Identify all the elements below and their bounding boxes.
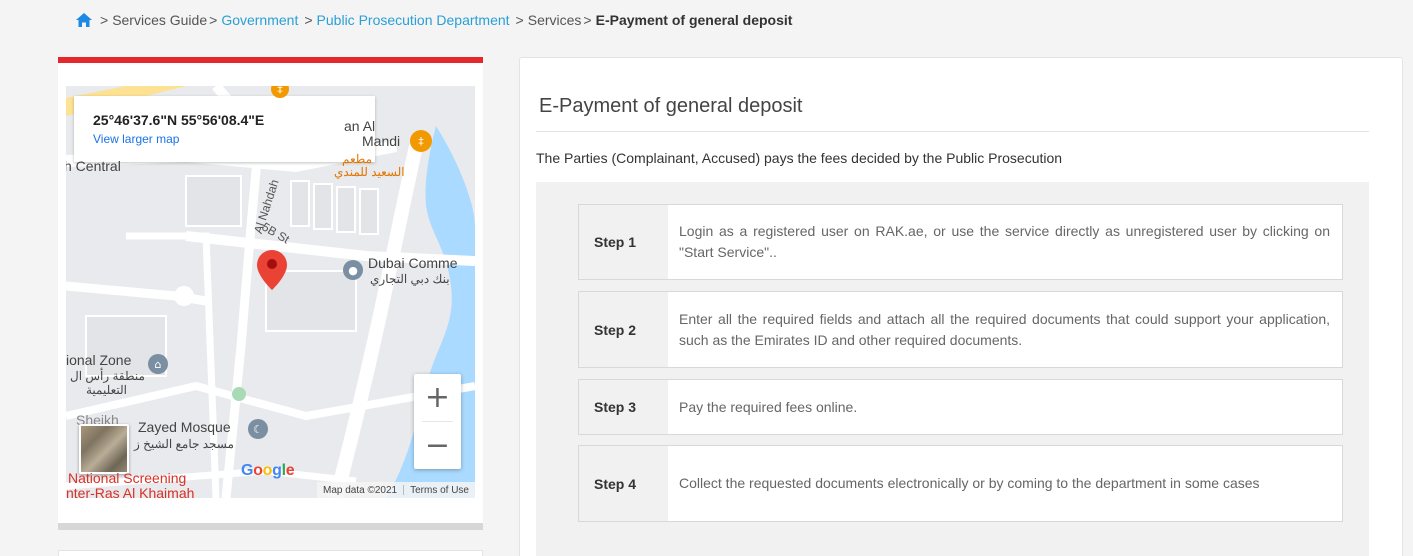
breadcrumb-separator: >	[515, 12, 524, 28]
zoom-in-button[interactable]: +	[414, 374, 461, 421]
google-logo: Google	[241, 462, 295, 479]
breadcrumb-government[interactable]: Government	[221, 12, 298, 28]
step-item: Step 2 Enter all the required fields and…	[578, 291, 1343, 368]
view-larger-map-link[interactable]: View larger map	[93, 132, 375, 146]
map-data-text: Map data ©2021	[323, 484, 398, 496]
breadcrumb-separator: >	[583, 12, 592, 28]
map-label-mosque-ar: مسجد جامع الشيخ ز	[134, 437, 234, 451]
step-item: Step 4 Collect the requested documents e…	[578, 445, 1343, 522]
map-label-dubai-commercial-ar: بنك دبي التجاري	[370, 272, 450, 286]
breadcrumb-services-guide[interactable]: Services Guide	[112, 12, 207, 28]
map-label-mosque: Zayed Mosque	[138, 419, 231, 435]
breadcrumb-services[interactable]: Services	[528, 12, 582, 28]
step-text: Enter all the required fields and attach…	[679, 310, 1330, 348]
map-label-central: h Central	[66, 158, 121, 174]
map-label-restaurant-ar: مطعم	[342, 152, 373, 166]
breadcrumb-separator: >	[100, 12, 109, 28]
step-text: Pay the required fees online.	[679, 398, 858, 415]
home-icon[interactable]	[76, 13, 92, 27]
step-text: Collect the requested documents electron…	[679, 475, 1260, 491]
step-item: Step 3 Pay the required fees online.	[578, 379, 1343, 435]
mosque-icon[interactable]: ☾	[248, 419, 268, 439]
step-number: Step 1	[579, 205, 668, 279]
breadcrumb-current: E-Payment of general deposit	[595, 12, 793, 28]
step-number: Step 2	[579, 292, 668, 367]
title-divider	[536, 131, 1369, 132]
breadcrumb-separator: >	[209, 12, 218, 28]
school-icon[interactable]: ⌂	[148, 354, 168, 374]
steps-panel: Step 1 Login as a registered user on RAK…	[536, 182, 1369, 556]
breadcrumb-separator: >	[304, 12, 313, 28]
zoom-controls: + −	[414, 374, 461, 469]
map-label-mandi: Mandi	[362, 133, 401, 149]
map-attribution: Map data ©2021 Terms of Use	[317, 482, 475, 498]
map-info-box: 25°46'37.6"N 55°56'08.4"E View larger ma…	[74, 96, 375, 162]
embedded-map[interactable]: 25°46'37.6"N 55°56'08.4"E View larger ma…	[66, 86, 475, 498]
map-label-screening: National Screening	[68, 470, 187, 486]
map-label-an-al: an Al	[344, 118, 376, 134]
step-text: Login as a registered user on RAK.ae, or…	[679, 223, 1330, 260]
map-label-zone-ar: منطقة رأس ال	[70, 369, 145, 383]
service-description: The Parties (Complainant, Accused) pays …	[536, 150, 1063, 166]
map-label-screening-2: nter-Ras Al Khaimah	[66, 485, 195, 498]
breadcrumb-public-prosecution[interactable]: Public Prosecution Department	[317, 12, 510, 28]
left-card-separator	[58, 523, 483, 530]
zoom-out-button[interactable]: −	[414, 422, 461, 469]
restaurant-icon[interactable]: ‡	[410, 130, 432, 152]
service-card: E-Payment of general deposit The Parties…	[519, 57, 1403, 556]
satellite-view-toggle[interactable]	[79, 424, 129, 474]
map-label-restaurant-ar-2: السعيد للمندي	[334, 165, 405, 179]
service-title: E-Payment of general deposit	[539, 95, 803, 117]
terms-of-use-link[interactable]: Terms of Use	[404, 485, 475, 496]
step-number: Step 4	[579, 446, 668, 521]
map-container: 25°46'37.6"N 55°56'08.4"E View larger ma…	[58, 63, 483, 525]
bank-pin-icon[interactable]: ●	[343, 260, 363, 280]
location-card: 25°46'37.6"N 55°56'08.4"E View larger ma…	[58, 57, 483, 525]
breadcrumb: > Services Guide > Government > Public P…	[76, 11, 792, 29]
location-pin-icon[interactable]	[257, 250, 287, 290]
map-label-zone-ar-2: التعليمية	[86, 383, 127, 397]
map-label-zone: ional Zone	[66, 352, 132, 368]
step-number: Step 3	[579, 380, 668, 434]
map-coordinates: 25°46'37.6"N 55°56'08.4"E	[93, 112, 265, 128]
step-item: Step 1 Login as a registered user on RAK…	[578, 204, 1343, 280]
map-label-dubai-commercial: Dubai Comme	[368, 255, 458, 271]
left-card-lower	[58, 550, 483, 556]
